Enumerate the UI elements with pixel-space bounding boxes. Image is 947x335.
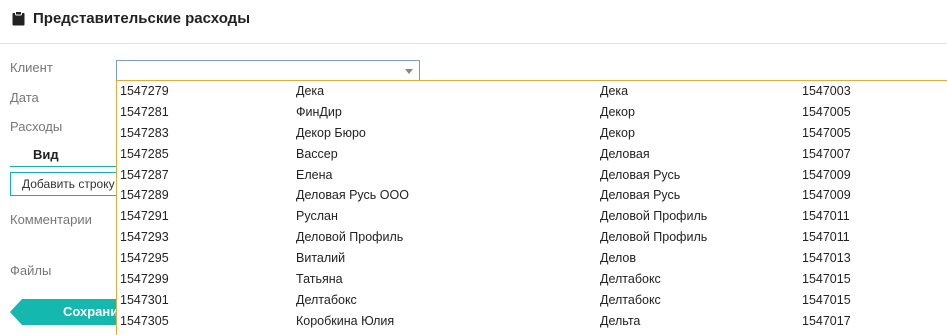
client-label: Клиент — [10, 60, 53, 75]
group-code: 1547005 — [802, 104, 851, 119]
page-title: Представительские расходы — [33, 10, 251, 27]
group-name: Декор — [600, 125, 635, 140]
chevron-down-icon[interactable] — [405, 69, 413, 74]
client-name: Коробкина Юлия — [296, 313, 395, 328]
files-label: Файлы — [10, 263, 52, 278]
dropdown-option[interactable]: 1547287 Елена Деловая Русь 1547009 — [117, 165, 947, 186]
dropdown-option[interactable]: 1547281 ФинДир Декор 1547005 — [117, 102, 947, 123]
client-code: 1547291 — [120, 209, 169, 224]
view-column-header: Вид — [33, 147, 59, 162]
client-name: Вассер — [296, 146, 338, 161]
group-name: Делтабокс — [600, 272, 661, 287]
group-code: 1547015 — [802, 272, 851, 287]
client-code: 1547281 — [120, 104, 169, 119]
group-name: Деловой Профиль — [600, 230, 708, 245]
client-code: 1547289 — [120, 188, 169, 203]
dropdown-option[interactable]: 1547301 Делтабокс Делтабокс 1547015 — [117, 290, 947, 311]
client-code: 1547287 — [120, 167, 169, 182]
client-dropdown-list[interactable]: 1547279 Дека Дека 1547003 1547281 ФинДир Декор… — [116, 80, 947, 335]
dropdown-option[interactable]: 1547291 Руслан Деловой Профиль 1547011 — [117, 206, 947, 227]
client-name: Татьяна — [296, 272, 343, 287]
group-name: Деловая — [600, 146, 650, 161]
client-code: 1547305 — [120, 313, 169, 328]
group-name: Делов — [600, 251, 637, 266]
group-code: 1547003 — [802, 84, 851, 98]
dropdown-option[interactable]: 1547293 Деловой Профиль Деловой Профиль 154… — [117, 227, 947, 248]
dropdown-option[interactable]: 1547305 Коробкина Юлия Дельта 1547017 — [117, 311, 947, 332]
comments-label: Комментарии — [10, 212, 92, 227]
client-code: 1547295 — [120, 251, 169, 266]
client-code: 1547299 — [120, 272, 169, 287]
client-code: 1547285 — [120, 146, 169, 161]
dropdown-option[interactable]: 1547299 Татьяна Делтабокс 1547015 — [117, 269, 947, 290]
client-name: Деловая Русь ООО — [296, 188, 409, 203]
group-code: 1547011 — [802, 230, 850, 245]
client-name: Руслан — [296, 209, 338, 224]
dropdown-option[interactable]: 1547279 Дека Дека 1547003 — [117, 81, 947, 102]
dropdown-option[interactable]: 1547289 Деловая Русь ООО Деловая Русь 15470… — [117, 185, 947, 206]
group-code: 1547011 — [802, 209, 850, 224]
group-code: 1547007 — [802, 146, 851, 161]
dropdown-option[interactable]: 1547285 Вассер Деловая 1547007 — [117, 144, 947, 165]
group-code: 1547009 — [802, 167, 851, 182]
table-header-divider — [10, 166, 120, 167]
group-code: 1547017 — [802, 313, 851, 328]
dropdown-option[interactable]: 1547295 Виталий Делов 1547013 — [117, 248, 947, 269]
clipboard-icon — [12, 11, 25, 31]
client-code: 1547283 — [120, 125, 169, 140]
date-label: Дата — [10, 90, 39, 105]
client-code: 1547279 — [120, 84, 169, 98]
client-name: Виталий — [296, 251, 346, 266]
client-name: ФинДир — [296, 104, 342, 119]
group-code: 1547013 — [802, 251, 851, 266]
client-code: 1547293 — [120, 230, 169, 245]
group-name: Деловой Профиль — [600, 209, 708, 224]
dropdown-option[interactable]: 1547283 Декор Бюро Декор 1547005 — [117, 123, 947, 144]
group-name: Деловая Русь — [600, 188, 681, 203]
client-code: 1547301 — [120, 292, 169, 307]
expenses-label: Расходы — [10, 119, 63, 134]
group-name: Декор — [600, 104, 635, 119]
group-code: 1547009 — [802, 188, 851, 203]
client-name: Елена — [296, 167, 333, 182]
group-name: Делтабокс — [600, 292, 661, 307]
group-name: Дельта — [600, 313, 641, 328]
client-name: Дека — [296, 84, 325, 98]
group-name: Деловая Русь — [600, 167, 681, 182]
group-name: Дека — [600, 84, 629, 98]
group-code: 1547005 — [802, 125, 851, 140]
client-select[interactable] — [116, 60, 420, 81]
client-name: Деловой Профиль — [296, 230, 404, 245]
group-code: 1547015 — [802, 292, 851, 307]
client-name: Делтабокс — [296, 292, 357, 307]
client-name: Декор Бюро — [296, 125, 366, 140]
page-header: Представительские расходы — [0, 0, 947, 44]
